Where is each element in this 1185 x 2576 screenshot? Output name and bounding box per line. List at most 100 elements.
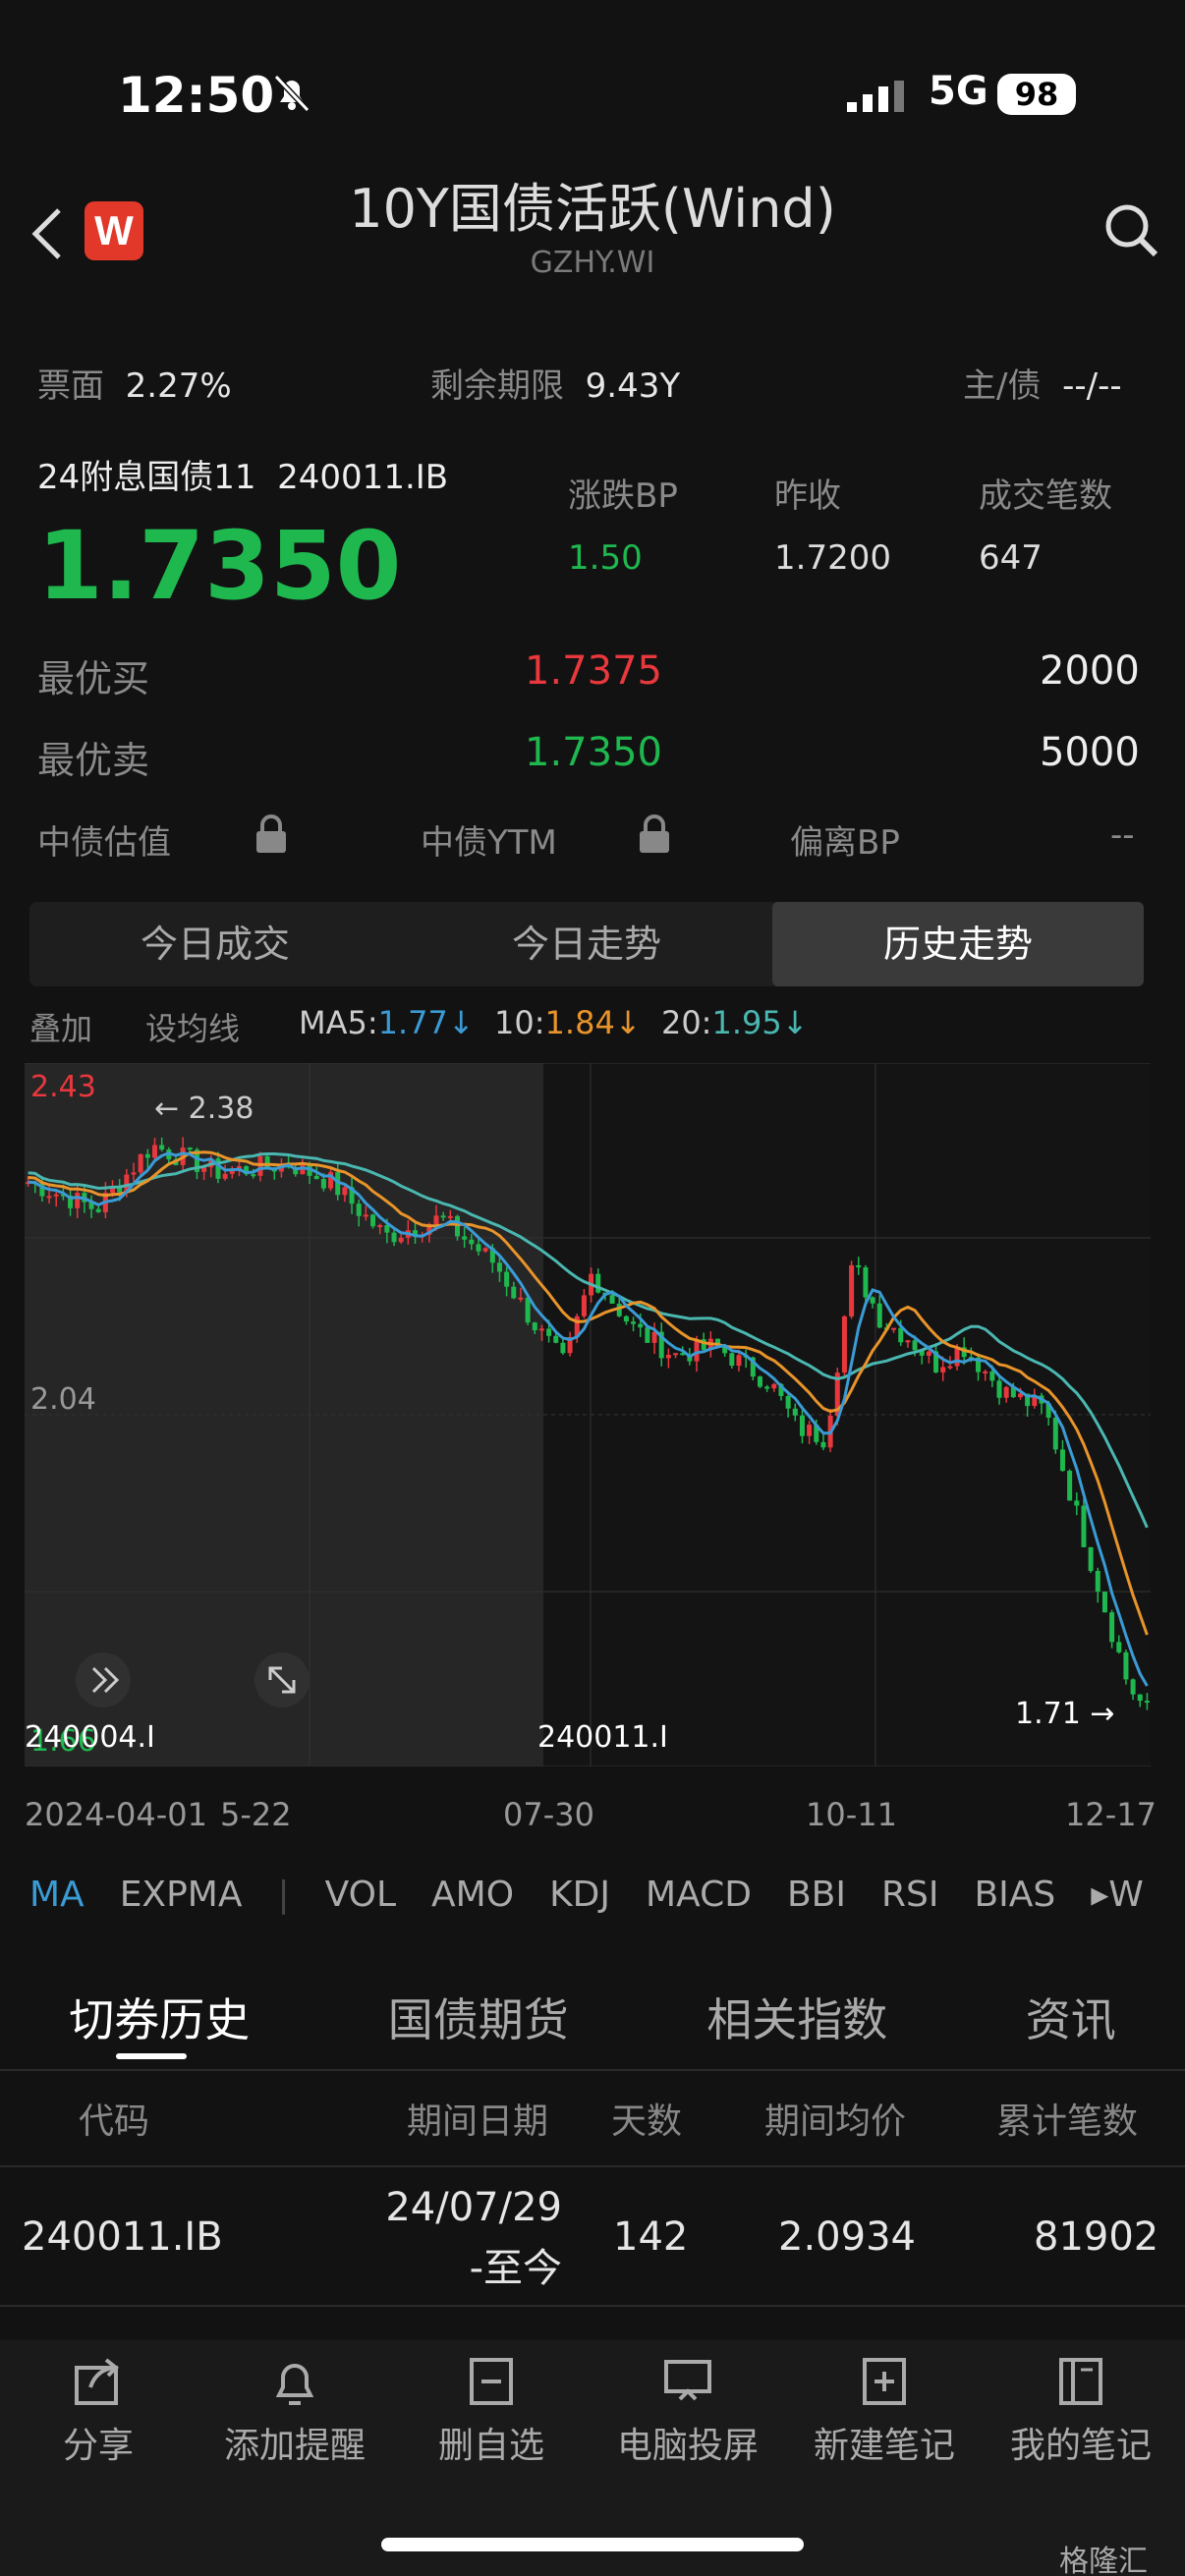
indicator-rsi[interactable]: RSI (881, 1875, 938, 1915)
candle-body (1116, 1642, 1122, 1652)
candle-body (377, 1225, 383, 1228)
candle-body (553, 1335, 559, 1343)
deviation-label: 偏离BP (790, 823, 900, 863)
new-note-icon (863, 2358, 906, 2405)
indicator-macd[interactable]: MACD (646, 1875, 752, 1915)
candle-body (665, 1354, 671, 1359)
candle-body (989, 1371, 995, 1381)
indicator-kdj[interactable]: KDJ (549, 1875, 610, 1915)
table-row[interactable]: 240011.IB 24/07/29 -至今 142 2.0934 81902 (0, 2165, 1185, 2303)
candle-body (983, 1371, 988, 1373)
prev-close-value: 1.7200 (774, 538, 891, 578)
date-label: 10-11 (806, 1796, 897, 1833)
battery-level: 98 (997, 74, 1076, 115)
section-tabs: 切券历史 国债期货 相关指数 资讯 (0, 1985, 1185, 2049)
overlay-button[interactable]: 叠加 (29, 1004, 92, 1049)
candle-body (384, 1225, 390, 1233)
candle-body (609, 1295, 615, 1304)
candle-body (532, 1322, 537, 1330)
candle-body (159, 1145, 165, 1150)
candle-body (638, 1323, 644, 1328)
remove-icon (470, 2358, 513, 2405)
share-button[interactable]: 分享 (0, 2354, 197, 2468)
indicator-bbi[interactable]: BBI (787, 1875, 846, 1915)
candle-body (313, 1175, 319, 1180)
expand-left-icon[interactable] (76, 1652, 131, 1708)
set-ma-button[interactable]: 设均线 (145, 1004, 240, 1049)
deviation-value: -- (1110, 815, 1135, 855)
candle-body (264, 1155, 270, 1168)
indicator-amo[interactable]: AMO (431, 1875, 514, 1915)
candle-body (1081, 1505, 1087, 1547)
lock-icon[interactable] (637, 813, 672, 859)
cast-icon (664, 2360, 711, 2401)
indicator-ma[interactable]: MA (29, 1875, 85, 1915)
candle-body (525, 1297, 531, 1323)
indicator-more[interactable]: ▸W (1091, 1875, 1144, 1915)
candle-body (1137, 1694, 1143, 1702)
candle-body (504, 1271, 510, 1287)
candle-body (898, 1327, 904, 1343)
candle-body (433, 1215, 439, 1224)
tab-today-trades[interactable]: 今日成交 (29, 902, 401, 986)
col-header-days: 天数 (611, 2101, 683, 2142)
best-bid-volume: 2000 (1040, 648, 1140, 694)
candle-body (799, 1415, 805, 1436)
date-label: 07-30 (503, 1796, 594, 1833)
row-date-start: 24/07/29 (385, 2185, 562, 2230)
home-indicator[interactable] (381, 2538, 804, 2551)
indicator-bias[interactable]: BIAS (974, 1875, 1055, 1915)
date-label: 5-22 (220, 1796, 292, 1833)
indicator-expma[interactable]: EXPMA (120, 1875, 243, 1915)
tab-bond-futures[interactable]: 国债期货 (388, 1985, 569, 2049)
candle-body (940, 1367, 946, 1372)
candlestick-chart[interactable]: 2.43 2.04 1.66 ← 2.38 1.71 → 240004.I 24… (25, 1062, 1151, 1767)
candle-body (785, 1395, 791, 1409)
candle-body (996, 1380, 1002, 1398)
new-note-button[interactable]: 新建笔记 (786, 2354, 983, 2468)
candle-body (187, 1148, 193, 1150)
candle-body (764, 1386, 770, 1389)
screen-cast-button[interactable]: 电脑投屏 (590, 2354, 786, 2468)
candle-body (447, 1215, 453, 1218)
divider (0, 2069, 1185, 2071)
candle-body (1052, 1417, 1058, 1450)
current-price: 1.7350 (37, 511, 402, 621)
tab-news[interactable]: 资讯 (1026, 1985, 1116, 2049)
candle-body (546, 1328, 552, 1336)
candle-body (398, 1237, 404, 1243)
code-right-label: 240011.I (537, 1720, 668, 1755)
candle-body (947, 1366, 953, 1369)
candle-body (476, 1244, 481, 1252)
candle-body (595, 1273, 601, 1293)
search-icon[interactable] (1102, 201, 1161, 264)
candle-body (863, 1267, 869, 1298)
notebook-icon (1059, 2358, 1102, 2405)
best-ask-price: 1.7350 (525, 730, 662, 775)
watermark: 格隆汇 (1059, 2545, 1148, 2576)
indicator-vol[interactable]: VOL (325, 1875, 396, 1915)
ytm-label: 中债YTM (421, 823, 557, 863)
date-label: 2024-04-01 (25, 1796, 207, 1833)
candle-body (1095, 1571, 1100, 1593)
tab-related-index[interactable]: 相关指数 (706, 1985, 887, 2049)
candle-body (645, 1327, 650, 1343)
candle-body (482, 1248, 488, 1252)
tab-today-trend[interactable]: 今日走势 (401, 902, 772, 986)
remove-watchlist-button[interactable]: 删自选 (393, 2354, 590, 2468)
fullscreen-icon[interactable] (254, 1652, 310, 1708)
tab-switch-history[interactable]: 切券历史 (69, 1985, 250, 2049)
max-label: 2.43 (30, 1070, 96, 1104)
candle-body (462, 1236, 468, 1240)
tab-history-trend[interactable]: 历史走势 (772, 902, 1144, 986)
add-alert-button[interactable]: 添加提醒 (197, 2354, 393, 2468)
divider (0, 2305, 1185, 2307)
best-bid-price: 1.7375 (525, 648, 662, 694)
candle-body (342, 1187, 348, 1196)
candle-body (1067, 1471, 1073, 1501)
status-time: 12:50 (118, 67, 275, 124)
lock-icon[interactable] (254, 813, 289, 859)
page-title: 10Y国债活跃(Wind) (349, 178, 836, 240)
candle-body (849, 1264, 855, 1316)
my-notes-button[interactable]: 我的笔记 (983, 2354, 1179, 2468)
